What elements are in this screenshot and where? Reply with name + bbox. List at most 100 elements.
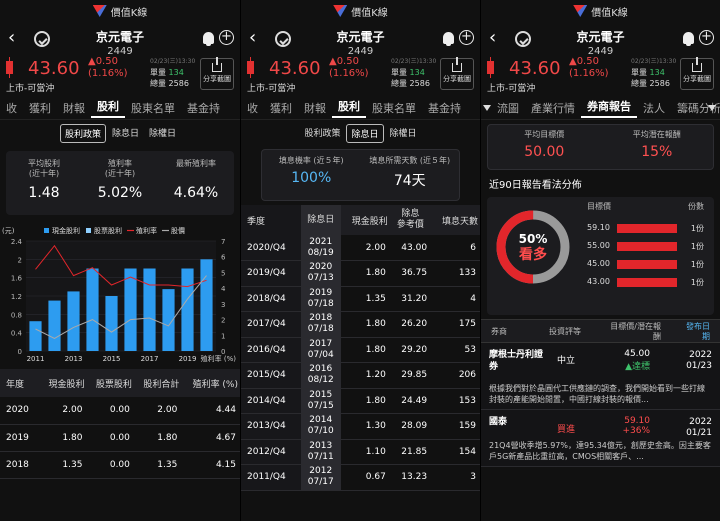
dividend-chart-svg: 00.40.81.21.622.401234567(元)殖利率 (%)現金股利股… [2, 226, 236, 363]
cash-dividend-cell: 0.67 [340, 464, 390, 491]
seg-dividend-policy[interactable]: 股利政策 [59, 124, 106, 143]
quote-bar: 43.60 ▲0.50 (1.16%) 上市-可當沖 02/23(三)13:30… [241, 56, 480, 96]
tab-profit[interactable]: 獲利 [23, 100, 57, 116]
screen-dividend-policy: 價值K線 ‹ 京元電子 2449 + 43.60 ▲0.50 (1.16%) 上… [0, 0, 240, 521]
report-rating: 中立 [557, 356, 576, 366]
tabs-menu-icon[interactable] [708, 105, 716, 111]
y-tick-right: 3 [221, 301, 225, 309]
seg-ex-right[interactable]: 除權日 [145, 124, 180, 143]
quarter-cell: 2019/Q4 [241, 260, 301, 287]
back-icon[interactable]: ‹ [8, 29, 15, 47]
table-row: 2013/Q4 2014 07/10 1.30 28.09 159 [241, 413, 480, 440]
legend-swatch [44, 228, 49, 233]
ex-date-cell: 2012 07/17 [300, 464, 341, 491]
dist-head-count: 份數 [688, 202, 704, 211]
x-tick: 2017 [141, 355, 159, 363]
total-vol: 2586 [649, 79, 670, 88]
tab-0[interactable]: 收 [241, 100, 264, 116]
fill-days-cell: 153 [431, 388, 480, 414]
price-change: ▲0.50 [88, 56, 118, 67]
add-watchlist-icon[interactable]: + [459, 30, 474, 45]
back-icon[interactable]: ‹ [489, 29, 496, 47]
tab-industry[interactable]: 產業行情 [525, 100, 581, 116]
bar-cash-dividend [86, 268, 99, 351]
tab-shareholders[interactable]: 股東名單 [366, 100, 422, 116]
tab-dividend[interactable]: 股利 [91, 98, 125, 118]
share-button[interactable]: 分享截圖 [440, 57, 474, 90]
sync-icon[interactable] [34, 31, 50, 47]
ex-date-md: 07/15 [307, 400, 334, 411]
ref-price-cell: 26.20 [389, 311, 432, 338]
bell-icon[interactable] [203, 32, 214, 46]
ex-date-cell: 2016 08/12 [300, 362, 341, 389]
seg-dividend-policy[interactable]: 股利政策 [300, 124, 344, 143]
candle-icon [6, 57, 13, 78]
stock-name: 京元電子 [95, 30, 144, 44]
share-button[interactable]: 分享截圖 [680, 57, 714, 90]
tab-fund-holding[interactable]: 基金持 [181, 100, 226, 116]
share-button[interactable]: 分享截圖 [200, 57, 234, 90]
total-vol: 2586 [409, 79, 430, 88]
rh-date[interactable]: 發布日期 [686, 322, 710, 342]
y-tick-right: 7 [221, 238, 225, 246]
unit-vol-label: 單量 [391, 68, 407, 77]
tab-shareholders[interactable]: 股東名單 [125, 100, 181, 116]
dist-row: 59.10 1份 [587, 223, 704, 235]
sync-icon[interactable] [515, 31, 531, 47]
total-vol-label: 總量 [631, 79, 647, 88]
tab-institutional[interactable]: 法人 [637, 100, 671, 116]
ex-date-md: 07/18 [307, 298, 334, 309]
dist-price: 45.00 [587, 259, 610, 268]
table-cell: 1.35 [133, 451, 182, 479]
tab-flow[interactable]: 流圖 [491, 100, 525, 116]
app-titlebar: 價值K線 [481, 0, 720, 22]
table-cell: 2.00 [133, 397, 182, 425]
screen-ex-dividend: 價值K線 ‹ 京元電子 2449 + 43.60 ▲0.50 (1.16%) 上… [240, 0, 480, 521]
bell-icon[interactable] [443, 32, 454, 46]
bell-icon[interactable] [683, 32, 694, 46]
ex-date-year: 2017 [309, 338, 333, 349]
tab-financials[interactable]: 財報 [298, 100, 332, 116]
back-icon[interactable]: ‹ [249, 29, 256, 47]
seg-ex-dividend[interactable]: 除息日 [346, 124, 384, 143]
legend-label: 殖利率 [136, 226, 157, 235]
ex-date-md: 07/18 [307, 324, 334, 335]
tab-0[interactable]: 收 [0, 100, 23, 116]
ex-date-md: 07/11 [307, 451, 334, 462]
add-watchlist-icon[interactable]: + [699, 30, 714, 45]
sync-icon[interactable] [275, 31, 291, 47]
seg-ex-dividend[interactable]: 除息日 [108, 124, 143, 143]
report-item[interactable]: 摩根士丹利證券 中立 45.00 ▲達標 2022 01/23 根據我們對於晶圓代工供應鏈的… [481, 343, 720, 410]
tab-dividend[interactable]: 股利 [332, 98, 366, 118]
table-row: 2011/Q4 2012 07/17 0.67 13.23 3 [241, 464, 480, 491]
total-vol: 2586 [168, 79, 189, 88]
ex-date-cell: 2014 07/10 [300, 413, 341, 440]
ex-date-md: 07/17 [307, 477, 334, 488]
stock-header: ‹ 京元電子 2449 + [241, 22, 480, 57]
table-row: 2012/Q4 2013 07/11 1.10 21.85 154 [241, 439, 480, 465]
th-ref-price: 除息 參考價 [389, 205, 432, 235]
seg-ex-right[interactable]: 除權日 [386, 124, 421, 143]
tab-broker-report[interactable]: 券商報告 [581, 98, 637, 118]
cash-dividend-cell: 1.80 [340, 311, 390, 338]
tabs-menu-left-icon[interactable] [483, 105, 491, 111]
share-icon [452, 57, 462, 72]
rh-target[interactable]: 目標價/潛在報酬 [609, 322, 661, 342]
tab-fund-holding[interactable]: 基金持 [422, 100, 467, 116]
legend-label: 股票股利 [94, 226, 122, 235]
dist-count: 1份 [690, 224, 704, 233]
total-vol-label: 總量 [391, 79, 407, 88]
report-item[interactable]: 國泰 買進 59.10 +36% 2022 01/21 21Q4營收季增5.97%，達95.… [481, 410, 720, 467]
tab-profit[interactable]: 獲利 [264, 100, 298, 116]
unit-vol: 134 [649, 68, 665, 77]
quarter-cell: 2011/Q4 [241, 464, 301, 491]
ex-date-md: 07/04 [307, 349, 334, 360]
rh-rating[interactable]: 投資評等 [549, 327, 581, 337]
dist-row: 55.00 1份 [587, 241, 704, 253]
add-watchlist-icon[interactable]: + [219, 30, 234, 45]
y-tick-left: 2.4 [11, 238, 23, 246]
app-name: 價值K線 [591, 7, 628, 19]
fill-days-cell: 154 [431, 439, 480, 465]
table-row: 2020/Q4 2021 08/19 2.00 43.00 6 [241, 235, 480, 261]
tab-financials[interactable]: 財報 [57, 100, 91, 116]
